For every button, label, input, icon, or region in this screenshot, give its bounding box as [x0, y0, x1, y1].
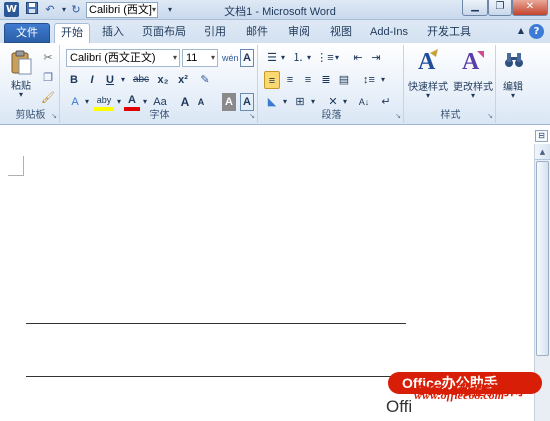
customize-qat-icon[interactable]: ▾ — [162, 2, 178, 18]
align-left-icon[interactable]: ≡ — [264, 71, 280, 89]
ribbon: 粘贴 ▾ ✂ ❐ 🖌 剪贴板 ↘ Calibri (西文正文) ▾ 11 ▾ w… — [0, 43, 550, 125]
minimize-button[interactable]: ▁ — [462, 0, 488, 16]
dialog-launcher-icon[interactable]: ↘ — [249, 112, 255, 120]
numbering-dropdown-icon[interactable]: ▾ — [304, 49, 314, 67]
tab-add-ins[interactable]: Add-Ins — [366, 23, 412, 43]
paragraph-group: ☰ ▾ ⒈ ▾ ⋮≡ ▾ ⇤ ⇥ ≡ ≡ ≡ ≣ ▤ ↕≡ ▾ ◣ ▾ ⊞ ▾ … — [260, 45, 404, 123]
view-ruler-icon[interactable]: ⊟ — [535, 130, 548, 142]
margin-corner-mark — [8, 156, 24, 176]
tab-home[interactable]: 开始 — [54, 23, 90, 43]
close-button[interactable]: ✕ — [512, 0, 548, 16]
italic-button[interactable]: I — [84, 71, 100, 89]
tab-mailings[interactable]: 邮件 — [240, 23, 274, 43]
word-app-icon[interactable]: W — [4, 2, 19, 17]
scrollbar-thumb[interactable] — [536, 161, 549, 356]
quick-styles-icon[interactable]: A — [416, 47, 440, 75]
dialog-launcher-icon[interactable]: ↘ — [395, 112, 401, 120]
font-group-label: 字体 — [149, 110, 170, 121]
tab-references[interactable]: 引用 — [198, 23, 232, 43]
underline-button[interactable]: U — [102, 71, 118, 89]
justify-icon[interactable]: ≣ — [318, 71, 334, 89]
dialog-launcher-icon[interactable]: ↘ — [51, 112, 57, 120]
horizontal-line — [26, 376, 392, 377]
change-styles-dropdown-icon[interactable]: ▾ — [467, 91, 479, 100]
ribbon-tab-bar: 文件 开始 插入 页面布局 引用 邮件 审阅 视图 Add-Ins 开发工具 ▲… — [0, 20, 550, 43]
styles-group: A 快速样式 ▾ A 更改样式 ▾ 样式 ↘ — [406, 45, 496, 123]
align-center-icon[interactable]: ≡ — [282, 71, 298, 89]
minimize-ribbon-icon[interactable]: ▲ — [518, 26, 524, 35]
dialog-launcher-icon[interactable]: ↘ — [487, 112, 493, 120]
font-group: Calibri (西文正文) ▾ 11 ▾ wén A B I U ▾ abc … — [62, 45, 258, 123]
cut-icon[interactable]: ✂ — [40, 49, 56, 67]
scroll-up-icon[interactable]: ▲ — [535, 144, 550, 160]
chevron-down-icon: ▾ — [151, 5, 156, 14]
window-title: 文档1 - Microsoft Word — [224, 6, 336, 18]
tab-view[interactable]: 视图 — [324, 23, 358, 43]
multilevel-dropdown-icon[interactable]: ▾ — [332, 49, 342, 67]
editing-dropdown-icon[interactable]: ▾ — [507, 91, 519, 100]
copy-icon[interactable]: ❐ — [40, 69, 56, 87]
binoculars-icon[interactable] — [504, 51, 524, 69]
paste-dropdown-icon[interactable]: ▾ — [14, 90, 28, 99]
underline-dropdown-icon[interactable]: ▾ — [118, 71, 128, 89]
font-name-value: Calibri (西文正文) — [70, 52, 156, 64]
watermark-text: Offi — [386, 397, 413, 416]
horizontal-line — [26, 323, 406, 324]
quick-styles-dropdown-icon[interactable]: ▾ — [422, 91, 434, 100]
chevron-down-icon: ▾ — [210, 53, 215, 62]
font-name-dropdown[interactable]: Calibri (西文正文) ▾ — [66, 49, 180, 67]
help-icon[interactable]: ? — [529, 24, 544, 39]
decrease-indent-icon[interactable]: ⇤ — [350, 49, 366, 67]
title-bar: W ↶ ▾ ↻ Calibri (西文] ▾ ▾ 文档1 - Microsoft… — [0, 0, 550, 20]
tab-review[interactable]: 审阅 — [282, 23, 316, 43]
format-painter-icon[interactable]: 🖌 — [40, 89, 56, 107]
watermark-url: www.office68.com — [414, 388, 504, 402]
paste-icon[interactable] — [10, 49, 32, 75]
change-styles-icon[interactable]: A — [460, 47, 486, 75]
tab-file[interactable]: 文件 — [4, 23, 50, 43]
superscript-button[interactable]: x² — [174, 71, 192, 89]
clipboard-group: 粘贴 ▾ ✂ ❐ 🖌 剪贴板 ↘ — [2, 45, 60, 123]
tab-page-layout[interactable]: 页面布局 — [138, 23, 190, 43]
align-right-icon[interactable]: ≡ — [300, 71, 316, 89]
clear-formatting-icon[interactable]: ✎ — [196, 71, 214, 89]
line-spacing-icon[interactable]: ↕≡ — [360, 71, 378, 89]
paragraph-group-label: 段落 — [321, 110, 342, 121]
save-icon[interactable] — [24, 2, 40, 18]
chevron-down-icon: ▾ — [172, 53, 177, 62]
redo-icon[interactable]: ↻ — [68, 2, 84, 18]
qat-font-value: Calibri (西文] — [89, 4, 152, 16]
line-spacing-dropdown-icon[interactable]: ▾ — [378, 71, 388, 89]
styles-group-label: 样式 — [440, 110, 461, 121]
bold-button[interactable]: B — [66, 71, 82, 89]
restore-button[interactable]: ❐ — [488, 0, 512, 16]
editing-group: 编辑 ▾ — [498, 45, 528, 123]
qat-font-selector[interactable]: Calibri (西文] ▾ — [86, 2, 158, 18]
svg-text:A: A — [462, 49, 480, 75]
font-size-value: 11 — [186, 52, 198, 64]
phonetic-guide-icon[interactable]: wén — [222, 49, 239, 67]
tab-insert[interactable]: 插入 — [96, 23, 130, 43]
font-size-dropdown[interactable]: 11 ▾ — [182, 49, 218, 67]
strikethrough-button[interactable]: abc — [130, 71, 152, 89]
distributed-icon[interactable]: ▤ — [336, 71, 352, 89]
subscript-button[interactable]: x₂ — [154, 71, 172, 89]
enclose-characters-icon[interactable]: A — [240, 49, 254, 67]
increase-indent-icon[interactable]: ⇥ — [368, 49, 384, 67]
tab-developer[interactable]: 开发工具 — [420, 23, 478, 43]
bullets-dropdown-icon[interactable]: ▾ — [278, 49, 288, 67]
